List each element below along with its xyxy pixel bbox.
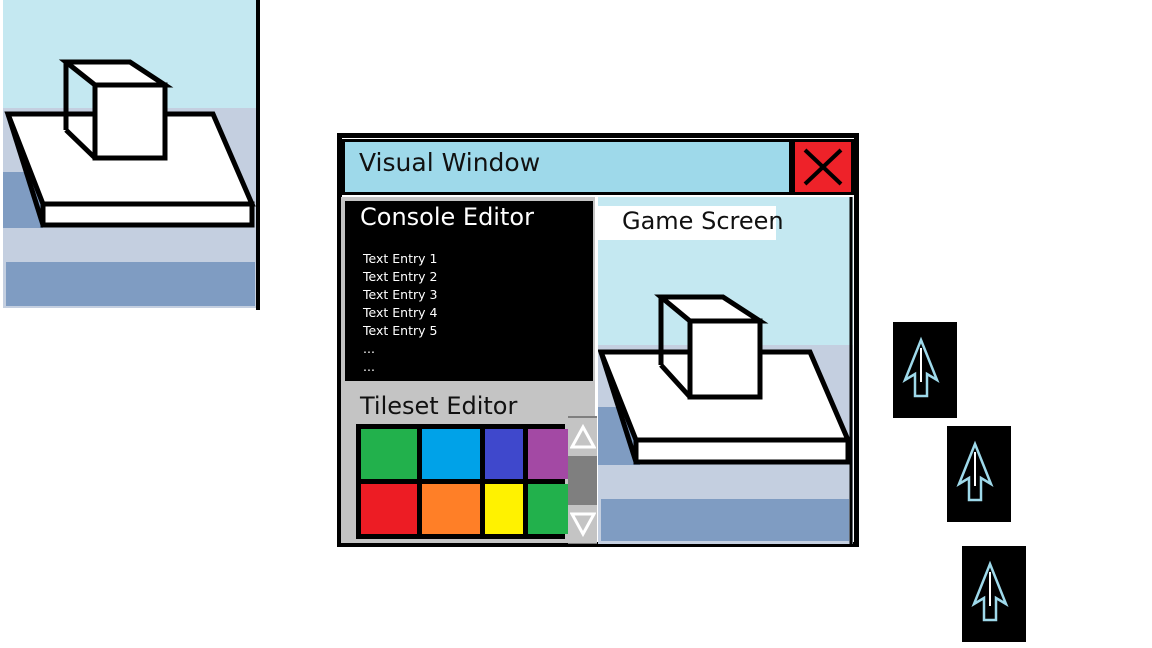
tile-swatch[interactable] bbox=[528, 429, 568, 479]
tile-swatch[interactable] bbox=[485, 484, 523, 534]
tile-swatch[interactable] bbox=[485, 429, 523, 479]
console-entry[interactable]: Text Entry 5 bbox=[363, 322, 437, 340]
scroll-down-button[interactable] bbox=[568, 505, 597, 543]
console-entry[interactable]: Text Entry 2 bbox=[363, 268, 437, 286]
tileset-grid bbox=[356, 424, 568, 539]
console-entry[interactable]: Text Entry 4 bbox=[363, 304, 437, 322]
tile-swatch[interactable] bbox=[361, 429, 417, 479]
cursor-card bbox=[962, 546, 1026, 642]
arrow-cursor-icon bbox=[902, 336, 940, 398]
triangle-up-icon bbox=[569, 424, 596, 449]
game-screen-title: Game Screen bbox=[622, 207, 784, 235]
cursor-card bbox=[947, 426, 1011, 522]
tileset-editor-title: Tileset Editor bbox=[360, 392, 518, 420]
tile-swatch[interactable] bbox=[422, 484, 480, 534]
tile-swatch[interactable] bbox=[528, 484, 568, 534]
console-entry-list: Text Entry 1 Text Entry 2 Text Entry 3 T… bbox=[363, 250, 437, 376]
arrow-cursor-icon bbox=[956, 440, 994, 502]
cursor-card bbox=[893, 322, 957, 418]
console-entry: ... bbox=[363, 359, 375, 374]
arrow-cursor-icon bbox=[971, 560, 1009, 622]
console-editor-title: Console Editor bbox=[360, 203, 534, 231]
console-entry[interactable]: Text Entry 3 bbox=[363, 286, 437, 304]
tile-swatch[interactable] bbox=[361, 484, 417, 534]
game-screen[interactable] bbox=[598, 197, 853, 544]
tile-swatch[interactable] bbox=[422, 429, 480, 479]
console-entry[interactable]: Text Entry 1 bbox=[363, 250, 437, 268]
close-button[interactable] bbox=[792, 139, 854, 195]
window-title: Visual Window bbox=[359, 148, 541, 177]
background-scene bbox=[0, 0, 263, 310]
scroll-up-button[interactable] bbox=[568, 418, 597, 456]
triangle-down-icon bbox=[569, 512, 596, 537]
close-x-icon bbox=[803, 148, 843, 186]
console-entry: ... bbox=[363, 341, 375, 356]
